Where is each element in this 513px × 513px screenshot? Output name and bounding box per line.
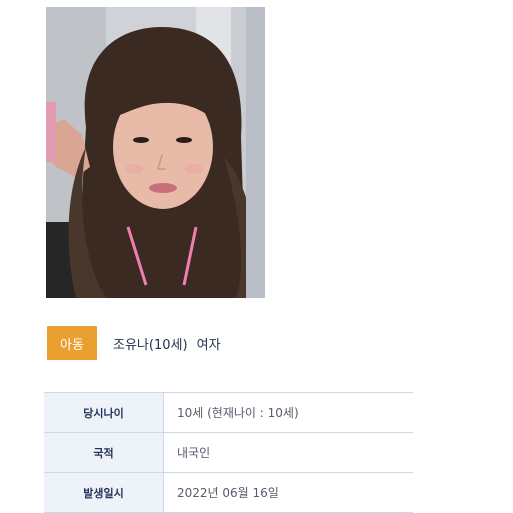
- details-row-nationality: 국적 내국인: [44, 433, 413, 473]
- details-table: 당시나이 10세 (현재나이 : 10세) 국적 내국인 발생일시 2022년 …: [44, 392, 413, 513]
- name-line: 조유나(10세) 여자: [113, 334, 221, 353]
- details-row-date: 발생일시 2022년 06월 16일: [44, 473, 413, 513]
- person-gender: 여자: [196, 337, 221, 353]
- profile-summary: 아동 조유나(10세) 여자: [47, 326, 221, 360]
- photo-frame-edge: [246, 7, 265, 298]
- details-value: 10세 (현재나이 : 10세): [177, 406, 299, 420]
- details-label: 당시나이: [44, 393, 164, 432]
- details-label: 발생일시: [44, 473, 164, 512]
- person-name: 조유나(10세): [113, 337, 188, 353]
- details-value: 2022년 06월 16일: [177, 486, 279, 500]
- missing-person-photo: [46, 7, 265, 298]
- category-badge: 아동: [47, 326, 97, 360]
- details-value: 내국인: [177, 446, 211, 460]
- details-label: 국적: [44, 433, 164, 472]
- details-row-age: 당시나이 10세 (현재나이 : 10세): [44, 393, 413, 433]
- child-photo-icon: [46, 7, 265, 298]
